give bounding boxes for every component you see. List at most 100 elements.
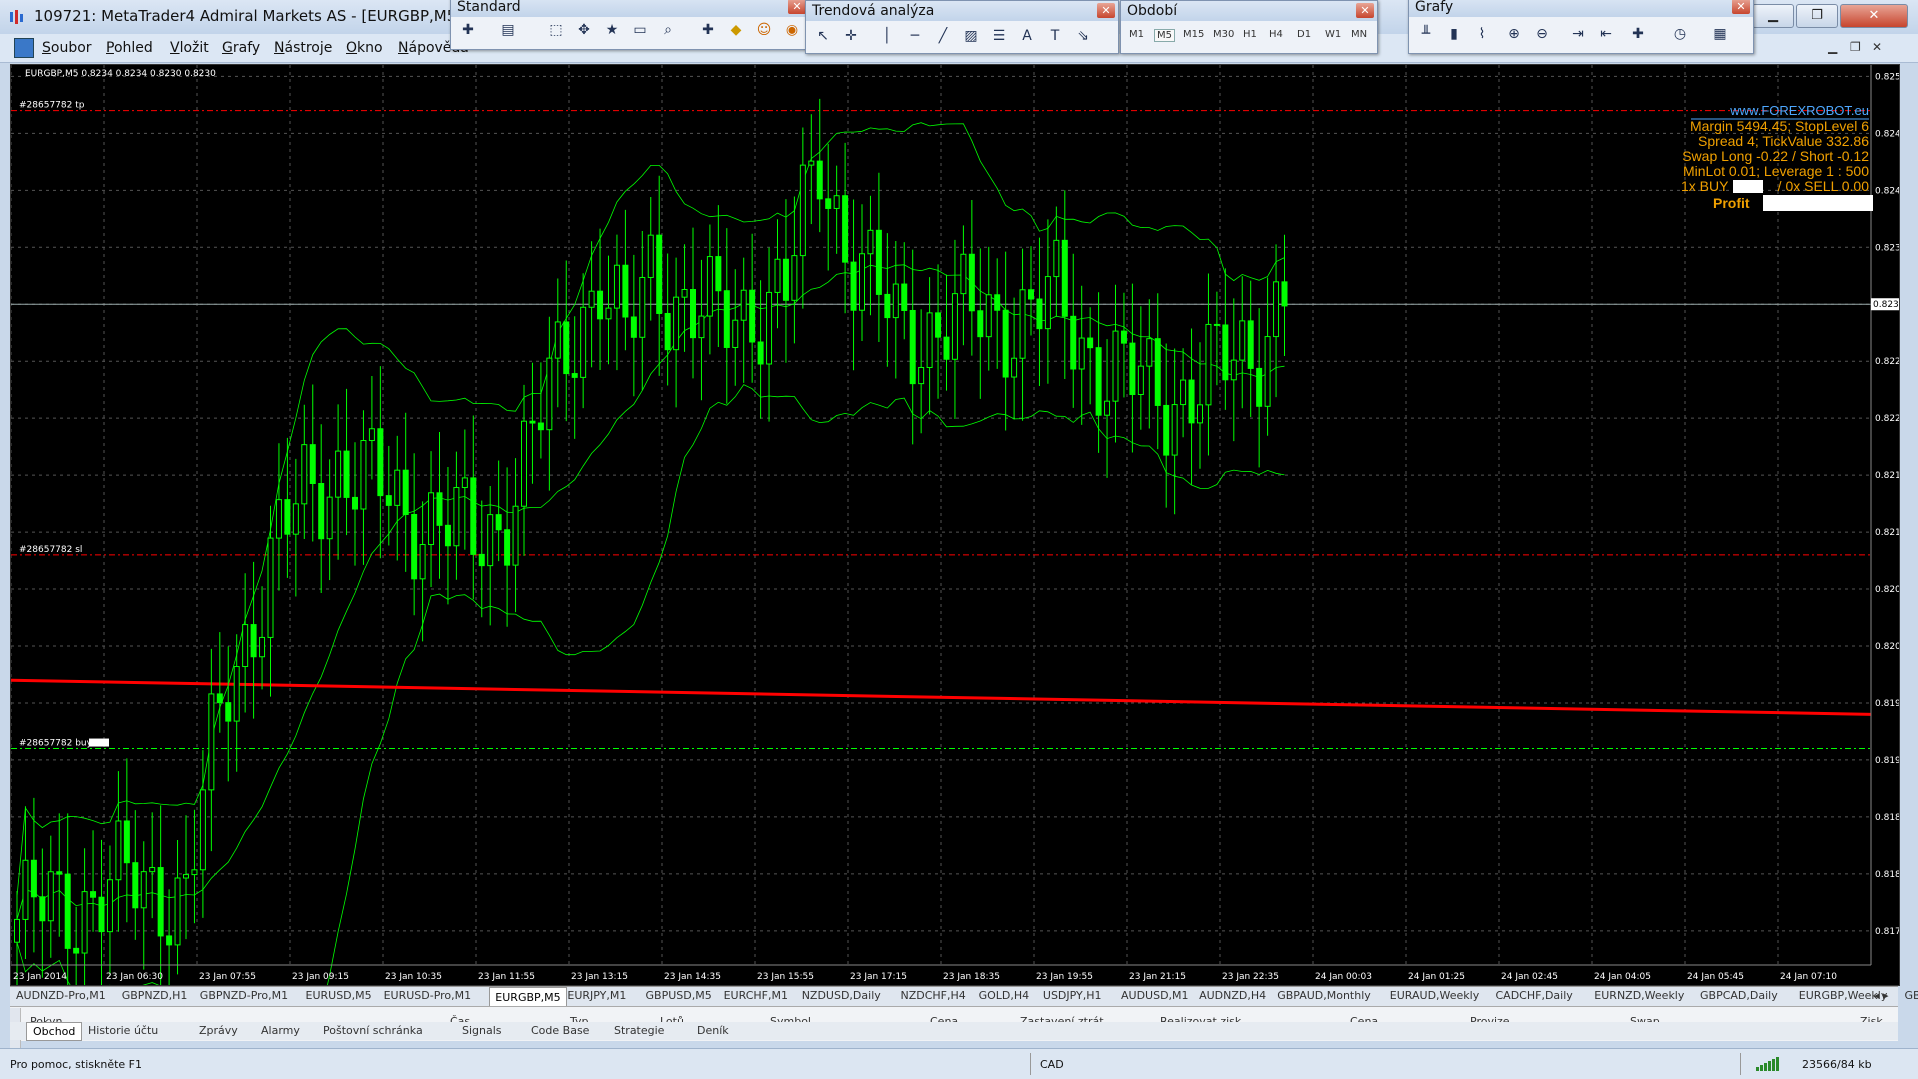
horizontal-line-icon[interactable]: ─ xyxy=(906,27,924,45)
menu-pohled[interactable]: Pohled xyxy=(106,40,153,56)
indicators-icon[interactable]: ✚ xyxy=(1629,25,1647,43)
symbol-tab[interactable]: NZDUSD,Daily xyxy=(802,989,881,1002)
metatrader-app-icon[interactable] xyxy=(8,8,26,26)
symbol-tab[interactable]: GBPAUD,Monthly xyxy=(1277,989,1371,1002)
navigator-icon[interactable]: ★ xyxy=(603,21,621,39)
expert-advisors-icon[interactable]: ☺ xyxy=(755,21,773,39)
close-button[interactable]: ✕ xyxy=(1840,4,1908,28)
toolbar-standard-caption[interactable]: Standard✕ xyxy=(451,0,809,17)
symbol-tab[interactable]: GBPCAD,Daily xyxy=(1700,989,1778,1002)
terminal-tab[interactable]: Code Base xyxy=(531,1024,589,1037)
fibonacci-icon[interactable]: ☰ xyxy=(990,27,1008,45)
symbol-tab[interactable]: GBPNZD,H1 xyxy=(122,989,188,1002)
tester-icon[interactable]: ⌕ xyxy=(659,21,677,39)
terminal-tab[interactable]: Alarmy xyxy=(261,1024,300,1037)
symbol-tab[interactable]: EURJPY,M1 xyxy=(567,989,626,1002)
arrows-icon[interactable]: ⇘ xyxy=(1074,27,1092,45)
minimize-button[interactable]: ▁ xyxy=(1752,4,1794,28)
symbol-tab[interactable]: EURUSD,M5 xyxy=(306,989,372,1002)
toolbar-trend-caption[interactable]: Trendová analýza✕ xyxy=(806,1,1118,21)
line-chart-icon[interactable]: ⌇ xyxy=(1473,25,1491,43)
new-chart-icon[interactable]: ✚ xyxy=(459,21,477,39)
symbol-tab[interactable]: AUDUSD,M1 xyxy=(1121,989,1189,1002)
timeframe-mn[interactable]: MN xyxy=(1351,29,1367,40)
bar-chart-icon[interactable]: ╨ xyxy=(1417,25,1435,43)
timeframe-m5[interactable]: M5 xyxy=(1154,29,1175,42)
symbol-tab[interactable]: EURAUD,Weekly xyxy=(1390,989,1479,1002)
terminal-tab[interactable]: Deník xyxy=(697,1024,729,1037)
chart-window-icon[interactable] xyxy=(14,38,34,58)
menu-nastroje[interactable]: Nástroje xyxy=(274,40,332,56)
label-icon[interactable]: T xyxy=(1046,27,1064,45)
timeframe-d1[interactable]: D1 xyxy=(1297,29,1311,40)
terminal-tab[interactable]: Strategie xyxy=(614,1024,664,1037)
symbol-tab[interactable]: GBPUSD,M5 xyxy=(646,989,712,1002)
channel-icon[interactable]: ▨ xyxy=(962,27,980,45)
profiles-icon[interactable]: ▤ xyxy=(499,21,517,39)
menu-vlozit[interactable]: Vložit xyxy=(170,40,209,56)
symbol-tab[interactable]: EURUSD-Pro,M1 xyxy=(384,989,472,1002)
timeframe-m15[interactable]: M15 xyxy=(1183,29,1204,40)
close-icon[interactable]: ✕ xyxy=(1097,3,1115,18)
close-icon[interactable]: ✕ xyxy=(1732,0,1750,14)
mdi-restore-icon[interactable]: ❐ xyxy=(1850,40,1861,54)
candle xyxy=(614,235,619,371)
vertical-line-icon[interactable]: │ xyxy=(878,27,896,45)
symbol-tab[interactable]: AUDNZD-Pro,M1 xyxy=(16,989,106,1002)
sl-label[interactable]: #28657782 sl xyxy=(19,545,82,555)
new-order-icon[interactable]: ✚ xyxy=(699,21,717,39)
symbol-tab[interactable]: GB xyxy=(1905,989,1918,1002)
symbol-tab[interactable]: GBPNZD-Pro,M1 xyxy=(200,989,288,1002)
timeframe-h4[interactable]: H4 xyxy=(1269,29,1283,40)
maximize-button[interactable]: ❐ xyxy=(1796,4,1838,28)
templates-icon[interactable]: ▦ xyxy=(1711,25,1729,43)
symbol-tab[interactable]: GOLD,H4 xyxy=(979,989,1030,1002)
autoscroll-icon[interactable]: ⇥ xyxy=(1569,25,1587,43)
metaeditor-icon[interactable]: ◆ xyxy=(727,21,745,39)
price-chart[interactable]: 0.82500.82450.82400.82350.82300.82250.82… xyxy=(11,65,1899,985)
timeframe-w1[interactable]: W1 xyxy=(1325,29,1341,40)
toolbar-charts-caption[interactable]: Grafy✕ xyxy=(1409,0,1753,17)
data-window-icon[interactable]: ✥ xyxy=(575,21,593,39)
symbol-tab[interactable]: EURNZD,Weekly xyxy=(1594,989,1684,1002)
terminal-tab[interactable]: Signals xyxy=(462,1024,502,1037)
symbol-tab[interactable]: CADCHF,Daily xyxy=(1496,989,1573,1002)
chart-shift-icon[interactable]: ⇤ xyxy=(1597,25,1615,43)
terminal-tab[interactable]: Historie účtu xyxy=(88,1024,158,1037)
symbol-tab[interactable]: EURGBP,M5 xyxy=(489,987,566,1007)
close-icon[interactable]: ✕ xyxy=(1356,3,1374,18)
close-icon[interactable]: ✕ xyxy=(788,0,806,14)
candlestick-icon[interactable]: ▮ xyxy=(1445,25,1463,43)
timeframe-m30[interactable]: M30 xyxy=(1213,29,1234,40)
timeframe-h1[interactable]: H1 xyxy=(1243,29,1257,40)
autotrading-icon[interactable]: ◉ xyxy=(783,21,801,39)
buy-label[interactable]: #28657782 buy xyxy=(19,739,93,749)
tp-label[interactable]: #28657782 tp xyxy=(19,101,85,111)
symbol-tab[interactable]: USDJPY,H1 xyxy=(1043,989,1102,1002)
zoom-out-icon[interactable]: ⊖ xyxy=(1533,25,1551,43)
mdi-close-icon[interactable]: ✕ xyxy=(1872,40,1882,54)
toolbar-period-caption[interactable]: Období✕ xyxy=(1121,1,1377,21)
cursor-icon[interactable]: ↖ xyxy=(814,27,832,45)
tab-scroll-arrows-icon[interactable]: ◂ ▸ xyxy=(1874,989,1889,1002)
periods-icon[interactable]: ◷ xyxy=(1671,25,1689,43)
terminal-icon[interactable]: ▭ xyxy=(631,21,649,39)
symbol-tab[interactable]: EURCHF,M1 xyxy=(724,989,788,1002)
terminal-tab[interactable]: Obchod xyxy=(26,1022,82,1041)
chart-window[interactable]: 0.82500.82450.82400.82350.82300.82250.82… xyxy=(10,64,1900,986)
terminal-tab[interactable]: Poštovní schránka xyxy=(323,1024,423,1037)
menu-grafy[interactable]: Grafy xyxy=(222,40,260,56)
text-icon[interactable]: A xyxy=(1018,27,1036,45)
timeframe-m1[interactable]: M1 xyxy=(1129,29,1144,40)
terminal-tab[interactable]: Zprávy xyxy=(199,1024,238,1037)
trendline-icon[interactable]: ╱ xyxy=(934,27,952,45)
forexrobot-link[interactable]: www.FOREXROBOT.eu xyxy=(1729,103,1869,118)
menu-okno[interactable]: Okno xyxy=(346,40,383,56)
crosshair-icon[interactable]: ✛ xyxy=(842,27,860,45)
menu-soubor[interactable]: Soubor xyxy=(42,40,92,56)
zoom-in-icon[interactable]: ⊕ xyxy=(1505,25,1523,43)
market-watch-icon[interactable]: ⬚ xyxy=(547,21,565,39)
symbol-tab[interactable]: NZDCHF,H4 xyxy=(901,989,966,1002)
symbol-tab[interactable]: AUDNZD,H4 xyxy=(1199,989,1266,1002)
mdi-minimize-icon[interactable]: ▁ xyxy=(1828,40,1837,54)
